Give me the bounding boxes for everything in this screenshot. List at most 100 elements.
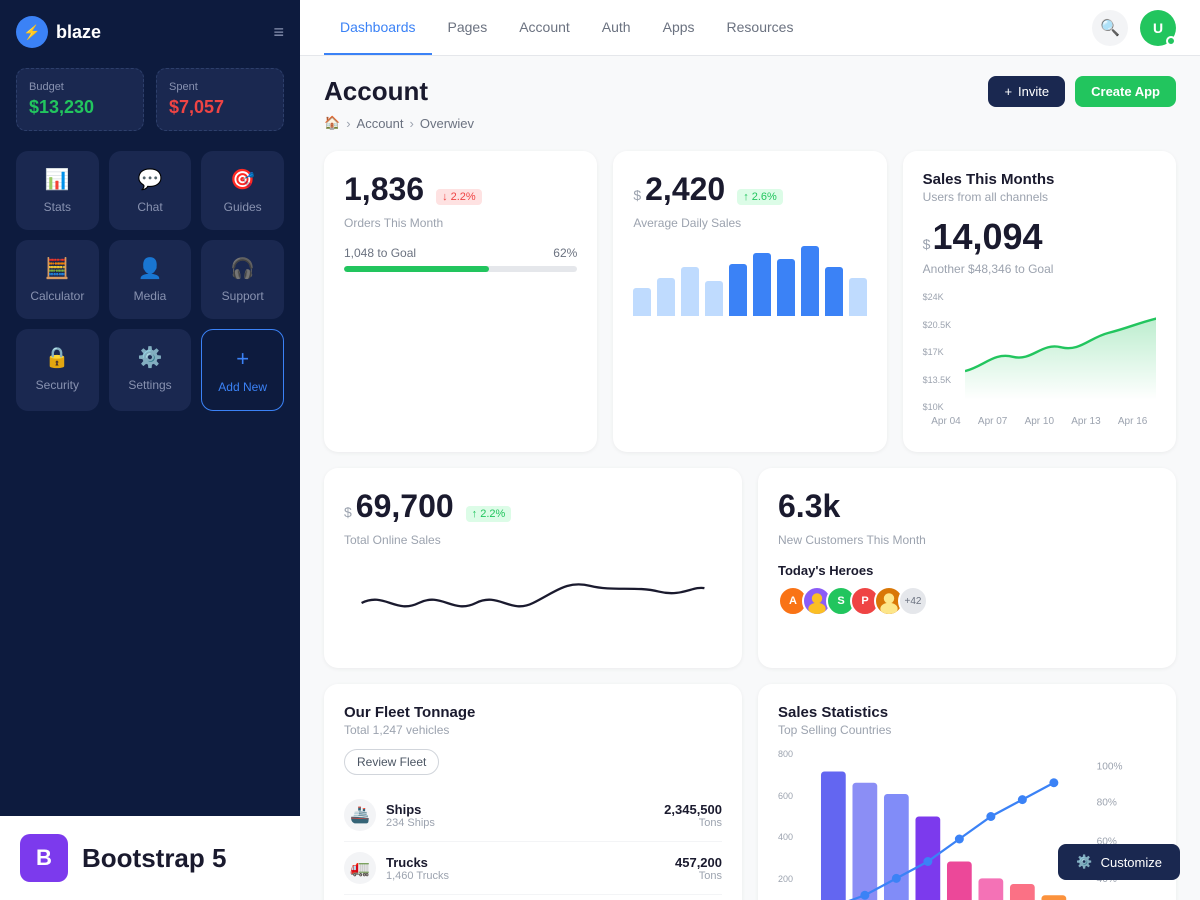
support-icon: 🎧 [230,256,255,281]
calculator-icon: 🧮 [45,256,70,281]
budget-card: Budget $13,230 [16,68,144,131]
menu-icon[interactable]: ≡ [273,22,284,43]
review-fleet-button[interactable]: Review Fleet [344,749,439,775]
bar-1 [633,288,651,316]
settings-icon: ⚙️ [138,345,163,370]
sidebar-item-add-new[interactable]: + Add New [201,329,284,411]
logo-area: ⚡ blaze [16,16,101,48]
sales-goal-text: Another $48,346 to Goal [923,262,1156,276]
orders-card: 1,836 ↓ 2.2% Orders This Month 1,048 to … [324,151,597,452]
daily-sales-badge: ↑ 2.6% [737,189,783,205]
daily-sales-chart [633,246,866,316]
ships-count: 234 Ships [386,817,435,829]
sidebar-item-stats[interactable]: 📊 Stats [16,151,99,230]
guides-label: Guides [224,200,262,214]
sales-month-value: 14,094 [932,216,1042,258]
media-label: Media [134,289,167,303]
second-stats-row: $ 69,700 ↑ 2.2% Total Online Sales 6.3k … [324,468,1176,668]
customize-button[interactable]: ⚙️ Customize [1058,844,1180,880]
breadcrumb-current: Overwiev [420,116,474,131]
svg-text:80%: 80% [1097,797,1117,808]
sidebar-item-chat[interactable]: 💬 Chat [109,151,192,230]
top-nav-actions: 🔍 U [1092,10,1176,46]
logo-text: blaze [56,22,101,43]
online-sales-wave [344,563,722,643]
bottom-grid: Our Fleet Tonnage Total 1,247 vehicles R… [324,684,1176,900]
x-label-3: Apr 10 [1025,416,1054,427]
orders-progress-bar [344,266,577,272]
nav-auth[interactable]: Auth [586,1,647,55]
y-label-2: $20.5K [923,320,957,330]
chat-label: Chat [137,200,162,214]
x-label-1: Apr 04 [931,416,960,427]
sidebar-item-calculator[interactable]: 🧮 Calculator [16,240,99,319]
create-app-button[interactable]: Create App [1075,76,1176,107]
sidebar-item-settings[interactable]: ⚙️ Settings [109,329,192,411]
sidebar-item-support[interactable]: 🎧 Support [201,240,284,319]
sales-stats-subtitle: Top Selling Countries [778,723,1156,737]
budget-row: Budget $13,230 Spent $7,057 [16,68,284,131]
home-icon[interactable]: 🏠 [324,115,340,131]
nav-apps[interactable]: Apps [647,1,711,55]
page-title: Account [324,76,428,107]
stats-icon: 📊 [45,167,70,192]
online-dot [1166,36,1176,46]
sales-stats-title: Sales Statistics [778,704,1156,721]
nav-pages[interactable]: Pages [432,1,504,55]
sidebar-item-guides[interactable]: 🎯 Guides [201,151,284,230]
budget-value: $13,230 [29,97,131,118]
heroes-avatars: A S P +42 [778,586,1156,616]
orders-progress-fill [344,266,489,272]
nav-account[interactable]: Account [503,1,586,55]
y-label-4: $13.5K [923,375,957,385]
fleet-row-trucks: 🚛 Trucks 1,460 Trucks 457,200 Tons [344,842,722,895]
nav-dashboards[interactable]: Dashboards [324,1,432,55]
sales-svg [965,292,1156,412]
page-header: Account + Invite Create App [324,76,1176,107]
stats-grid: 1,836 ↓ 2.2% Orders This Month 1,048 to … [324,151,1176,452]
fleet-card: Our Fleet Tonnage Total 1,247 vehicles R… [324,684,742,900]
top-nav-links: Dashboards Pages Account Auth Apps Resou… [324,1,809,55]
hero-count: +42 [898,586,928,616]
y-label-5: $10K [923,402,957,412]
orders-value: 1,836 [344,171,424,208]
page-content: Account + Invite Create App 🏠 › Account … [300,56,1200,900]
online-sales-value: 69,700 [356,488,454,525]
sales-x-labels: Apr 04 Apr 07 Apr 10 Apr 13 Apr 16 [923,416,1156,427]
breadcrumb-account[interactable]: Account [357,116,404,131]
invite-button[interactable]: + Invite [988,76,1065,107]
x-label-2: Apr 07 [978,416,1007,427]
bar-6 [753,253,771,316]
sales-prefix: $ [633,187,641,203]
daily-sales-label: Average Daily Sales [633,216,866,230]
daily-sales-value: 2,420 [645,171,725,208]
daily-sales-card: $ 2,420 ↑ 2.6% Average Daily Sales [613,151,886,452]
search-button[interactable]: 🔍 [1092,10,1128,46]
sidebar-item-media[interactable]: 👤 Media [109,240,192,319]
chat-icon: 💬 [138,167,163,192]
media-icon: 👤 [138,256,163,281]
fleet-title: Our Fleet Tonnage [344,704,722,721]
ships-name: Ships [386,802,435,817]
calculator-label: Calculator [30,289,84,303]
bar-9 [825,267,843,316]
sales-month-title: Sales This Months [923,171,1156,188]
customize-label: Customize [1101,855,1162,870]
settings-label: Settings [128,378,171,392]
security-icon: 🔒 [45,345,70,370]
heroes-section: Today's Heroes A S P +42 [778,563,1156,616]
orders-progress-row: 1,048 to Goal 62% [344,246,577,260]
spent-label: Spent [169,81,271,93]
orders-label: Orders This Month [344,216,577,230]
user-avatar[interactable]: U [1140,10,1176,46]
stats-label: Stats [44,200,71,214]
sales-month-prefix: $ [923,236,931,252]
nav-resources[interactable]: Resources [711,1,810,55]
bar-3 [681,267,699,316]
orders-badge: ↓ 2.2% [436,189,482,205]
online-sales-prefix: $ [344,504,352,520]
trucks-icon: 🚛 [344,852,376,884]
trucks-unit: Tons [675,870,722,882]
sidebar-item-security[interactable]: 🔒 Security [16,329,99,411]
ships-value: 2,345,500 [664,802,722,817]
